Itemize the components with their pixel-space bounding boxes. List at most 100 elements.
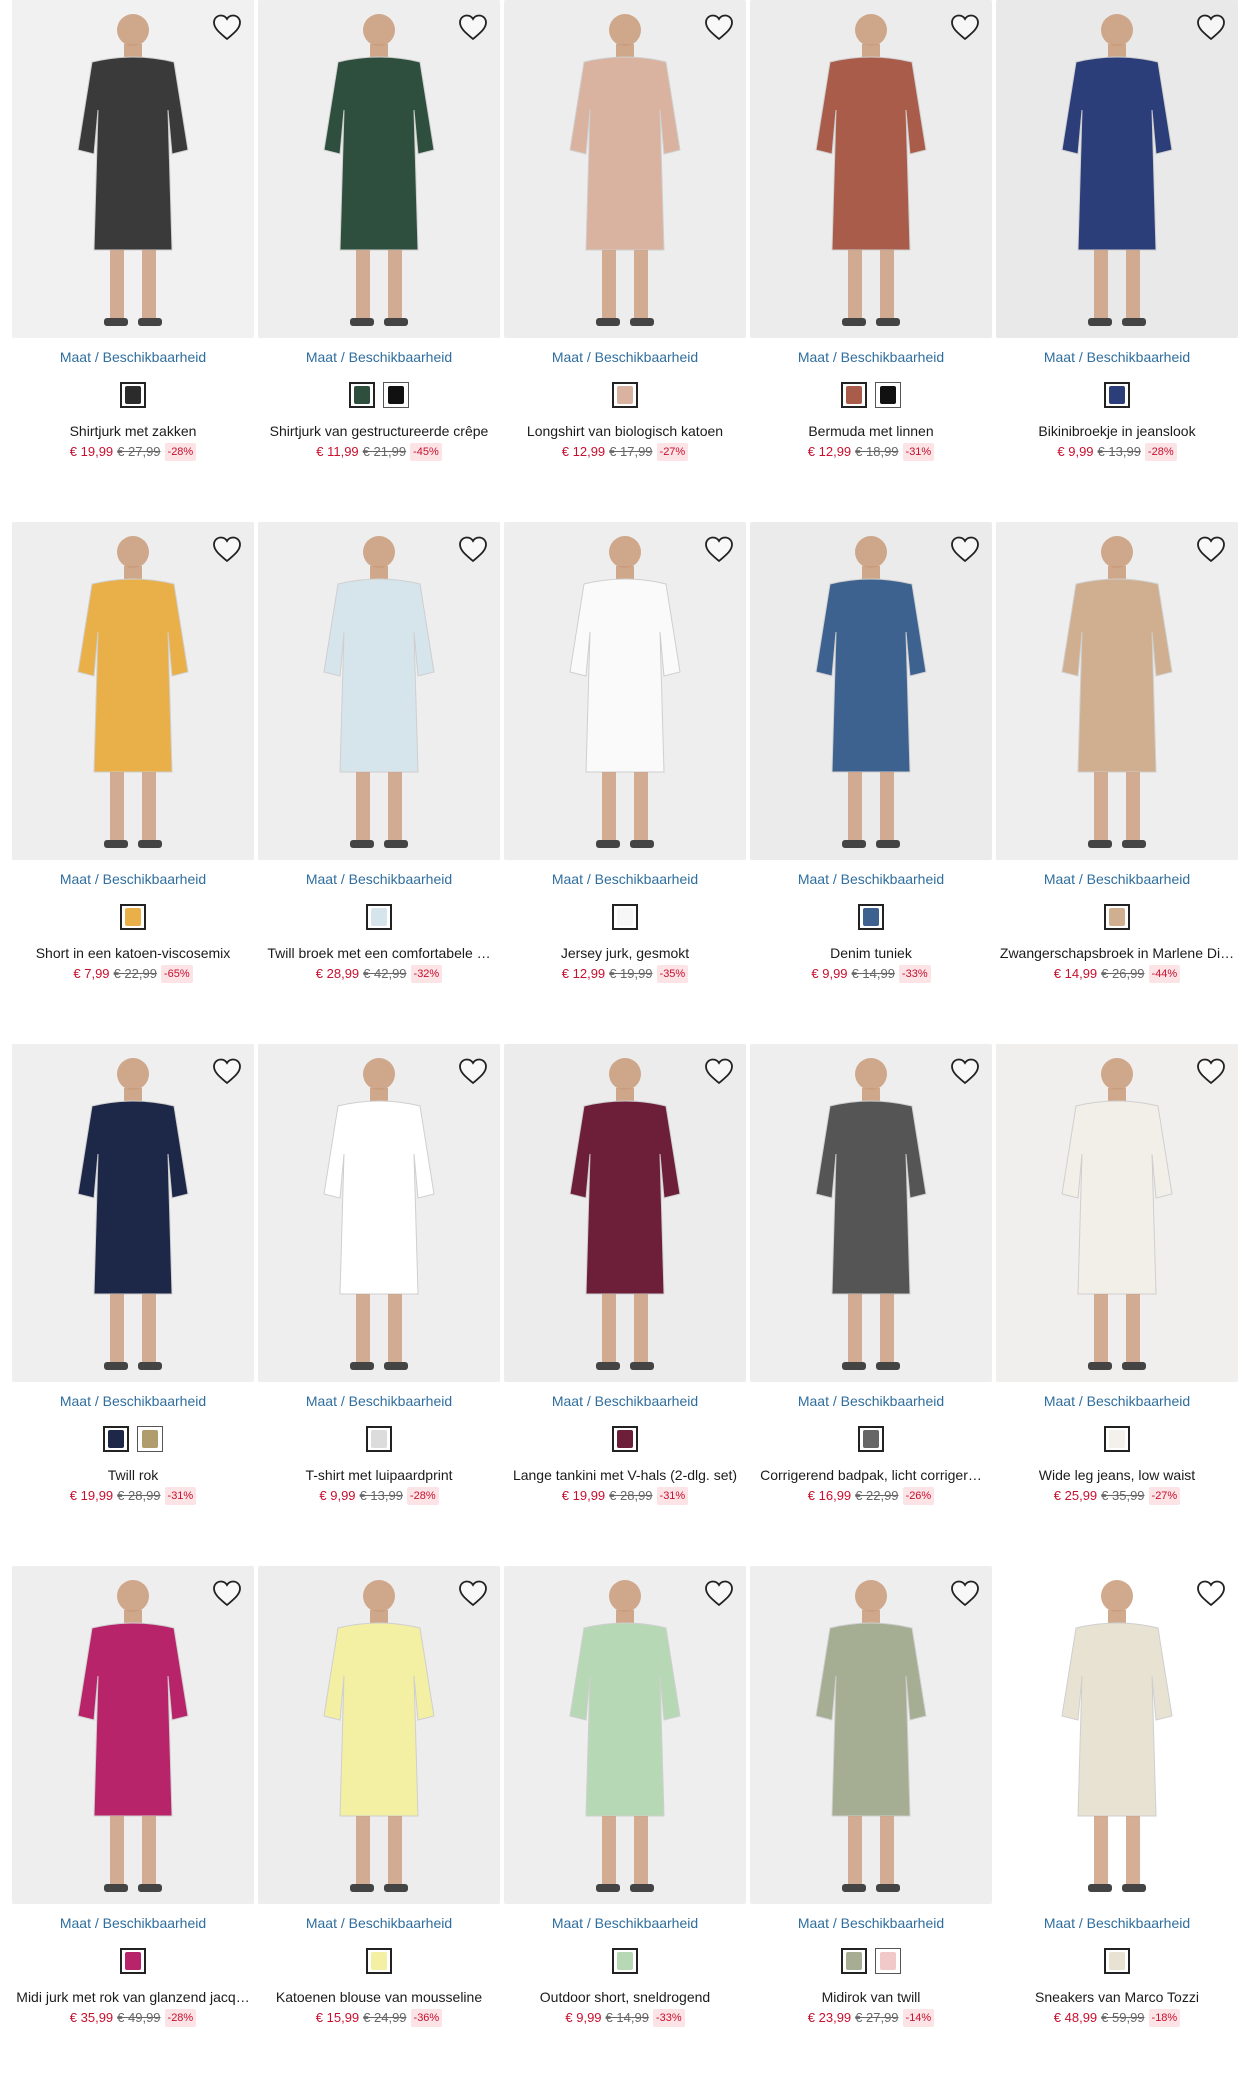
product-image[interactable] <box>750 522 992 860</box>
product-image[interactable] <box>12 0 254 338</box>
product-image[interactable] <box>504 1044 746 1382</box>
size-availability-link[interactable]: Maat / Beschikbaarheid <box>12 870 254 888</box>
product-card[interactable]: Maat / Beschikbaarheid Twill rok € 19,99… <box>12 1044 254 1505</box>
product-card[interactable]: Maat / Beschikbaarheid Katoenen blouse v… <box>258 1566 500 2027</box>
wishlist-heart-icon[interactable] <box>456 1054 490 1088</box>
product-name[interactable]: Zwangerschapsbroek in Marlene Di… <box>996 944 1238 962</box>
wishlist-heart-icon[interactable] <box>1194 1576 1228 1610</box>
product-image[interactable] <box>996 522 1238 860</box>
size-availability-link[interactable]: Maat / Beschikbaarheid <box>258 1392 500 1410</box>
product-image[interactable] <box>258 522 500 860</box>
color-swatch[interactable] <box>1104 1426 1130 1452</box>
color-swatch[interactable] <box>349 382 375 408</box>
size-availability-link[interactable]: Maat / Beschikbaarheid <box>750 1914 992 1932</box>
product-name[interactable]: T-shirt met luipaardprint <box>258 1466 500 1484</box>
product-card[interactable]: Maat / Beschikbaarheid Denim tuniek € 9,… <box>750 522 992 983</box>
product-card[interactable]: Maat / Beschikbaarheid Short in een kato… <box>12 522 254 983</box>
color-swatch[interactable] <box>612 382 638 408</box>
product-card[interactable]: Maat / Beschikbaarheid Zwangerschapsbroe… <box>996 522 1238 983</box>
color-swatch[interactable] <box>120 382 146 408</box>
color-swatch[interactable] <box>612 904 638 930</box>
wishlist-heart-icon[interactable] <box>702 532 736 566</box>
color-swatch[interactable] <box>858 904 884 930</box>
wishlist-heart-icon[interactable] <box>948 10 982 44</box>
size-availability-link[interactable]: Maat / Beschikbaarheid <box>996 1914 1238 1932</box>
size-availability-link[interactable]: Maat / Beschikbaarheid <box>750 1392 992 1410</box>
size-availability-link[interactable]: Maat / Beschikbaarheid <box>996 348 1238 366</box>
product-card[interactable]: Maat / Beschikbaarheid Twill broek met e… <box>258 522 500 983</box>
product-card[interactable]: Maat / Beschikbaarheid Midirok van twill… <box>750 1566 992 2027</box>
product-name[interactable]: Bikinibroekje in jeanslook <box>996 422 1238 440</box>
product-image[interactable] <box>504 0 746 338</box>
product-name[interactable]: Corrigerend badpak, licht corriger… <box>750 1466 992 1484</box>
wishlist-heart-icon[interactable] <box>948 532 982 566</box>
product-card[interactable]: Maat / Beschikbaarheid Shirtjurk van ges… <box>258 0 500 461</box>
product-card[interactable]: Maat / Beschikbaarheid Shirtjurk met zak… <box>12 0 254 461</box>
color-swatch[interactable] <box>120 904 146 930</box>
product-image[interactable] <box>996 1566 1238 1904</box>
wishlist-heart-icon[interactable] <box>702 10 736 44</box>
size-availability-link[interactable]: Maat / Beschikbaarheid <box>258 1914 500 1932</box>
product-card[interactable]: Maat / Beschikbaarheid Corrigerend badpa… <box>750 1044 992 1505</box>
color-swatch[interactable] <box>103 1426 129 1452</box>
product-image[interactable] <box>258 0 500 338</box>
wishlist-heart-icon[interactable] <box>702 1576 736 1610</box>
product-card[interactable]: Maat / Beschikbaarheid T-shirt met luipa… <box>258 1044 500 1505</box>
product-card[interactable]: Maat / Beschikbaarheid Longshirt van bio… <box>504 0 746 461</box>
wishlist-heart-icon[interactable] <box>210 10 244 44</box>
product-card[interactable]: Maat / Beschikbaarheid Jersey jurk, gesm… <box>504 522 746 983</box>
color-swatch[interactable] <box>841 1948 867 1974</box>
wishlist-heart-icon[interactable] <box>210 532 244 566</box>
product-name[interactable]: Longshirt van biologisch katoen <box>504 422 746 440</box>
product-name[interactable]: Lange tankini met V-hals (2-dlg. set) <box>504 1466 746 1484</box>
product-name[interactable]: Twill rok <box>12 1466 254 1484</box>
product-name[interactable]: Outdoor short, sneldrogend <box>504 1988 746 2006</box>
wishlist-heart-icon[interactable] <box>948 1576 982 1610</box>
wishlist-heart-icon[interactable] <box>1194 532 1228 566</box>
product-card[interactable]: Maat / Beschikbaarheid Lange tankini met… <box>504 1044 746 1505</box>
product-name[interactable]: Wide leg jeans, low waist <box>996 1466 1238 1484</box>
color-swatch[interactable] <box>1104 1948 1130 1974</box>
product-card[interactable]: Maat / Beschikbaarheid Bermuda met linne… <box>750 0 992 461</box>
product-name[interactable]: Shirtjurk met zakken <box>12 422 254 440</box>
wishlist-heart-icon[interactable] <box>948 1054 982 1088</box>
color-swatch[interactable] <box>137 1426 163 1452</box>
product-name[interactable]: Katoenen blouse van mousseline <box>258 1988 500 2006</box>
product-image[interactable] <box>12 522 254 860</box>
product-card[interactable]: Maat / Beschikbaarheid Outdoor short, sn… <box>504 1566 746 2027</box>
product-name[interactable]: Jersey jurk, gesmokt <box>504 944 746 962</box>
size-availability-link[interactable]: Maat / Beschikbaarheid <box>258 348 500 366</box>
product-image[interactable] <box>258 1566 500 1904</box>
product-image[interactable] <box>12 1044 254 1382</box>
product-image[interactable] <box>504 522 746 860</box>
product-image[interactable] <box>750 0 992 338</box>
size-availability-link[interactable]: Maat / Beschikbaarheid <box>750 348 992 366</box>
color-swatch[interactable] <box>120 1948 146 1974</box>
wishlist-heart-icon[interactable] <box>456 1576 490 1610</box>
size-availability-link[interactable]: Maat / Beschikbaarheid <box>12 1392 254 1410</box>
size-availability-link[interactable]: Maat / Beschikbaarheid <box>504 348 746 366</box>
size-availability-link[interactable]: Maat / Beschikbaarheid <box>12 1914 254 1932</box>
color-swatch[interactable] <box>1104 904 1130 930</box>
size-availability-link[interactable]: Maat / Beschikbaarheid <box>750 870 992 888</box>
product-card[interactable]: Maat / Beschikbaarheid Wide leg jeans, l… <box>996 1044 1238 1505</box>
color-swatch[interactable] <box>875 382 901 408</box>
color-swatch[interactable] <box>366 1948 392 1974</box>
product-image[interactable] <box>996 1044 1238 1382</box>
product-card[interactable]: Maat / Beschikbaarheid Bikinibroekje in … <box>996 0 1238 461</box>
product-name[interactable]: Sneakers van Marco Tozzi <box>996 1988 1238 2006</box>
color-swatch[interactable] <box>1104 382 1130 408</box>
product-name[interactable]: Short in een katoen-viscosemix <box>12 944 254 962</box>
product-name[interactable]: Twill broek met een comfortabele … <box>258 944 500 962</box>
product-image[interactable] <box>504 1566 746 1904</box>
color-swatch[interactable] <box>858 1426 884 1452</box>
color-swatch[interactable] <box>383 382 409 408</box>
size-availability-link[interactable]: Maat / Beschikbaarheid <box>258 870 500 888</box>
color-swatch[interactable] <box>612 1426 638 1452</box>
color-swatch[interactable] <box>612 1948 638 1974</box>
size-availability-link[interactable]: Maat / Beschikbaarheid <box>12 348 254 366</box>
size-availability-link[interactable]: Maat / Beschikbaarheid <box>504 1392 746 1410</box>
color-swatch[interactable] <box>841 382 867 408</box>
product-name[interactable]: Bermuda met linnen <box>750 422 992 440</box>
product-card[interactable]: Maat / Beschikbaarheid Sneakers van Marc… <box>996 1566 1238 2027</box>
